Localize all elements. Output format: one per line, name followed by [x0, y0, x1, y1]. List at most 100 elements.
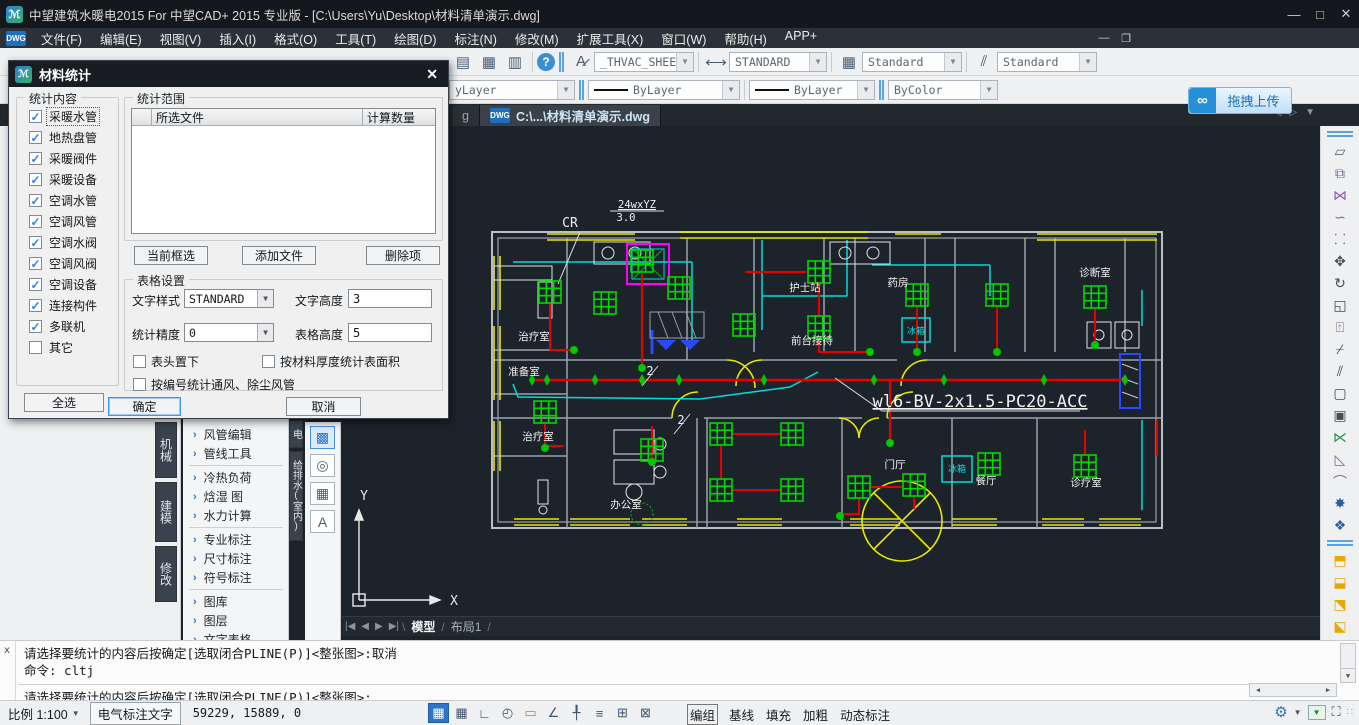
- checkbox-icon[interactable]: [29, 341, 42, 354]
- grid-display-icon[interactable]: ▦: [428, 703, 449, 723]
- table-insert-icon[interactable]: ▦: [477, 51, 501, 73]
- send-under-icon[interactable]: ⬕: [1328, 616, 1352, 637]
- mleader-style-icon[interactable]: ⫽: [972, 51, 996, 73]
- content-item-连接构件[interactable]: ✓连接构件: [17, 295, 118, 316]
- menu-item-修改(M)[interactable]: 修改(M): [506, 27, 568, 50]
- checkbox-icon[interactable]: [133, 355, 146, 368]
- dialog-close-icon[interactable]: ✕: [426, 66, 438, 83]
- mirror-icon[interactable]: ⋈: [1328, 185, 1352, 206]
- toggle-加粗[interactable]: 加粗: [803, 705, 828, 724]
- cancel-button[interactable]: 取消: [286, 397, 361, 416]
- mleader-style-combo[interactable]: Standard ▼: [997, 52, 1097, 72]
- mdi-restore-button[interactable]: ❐: [1115, 30, 1137, 46]
- checkbox-icon[interactable]: ✓: [29, 173, 42, 186]
- toggle-基线[interactable]: 基线: [729, 705, 754, 724]
- checkbox-icon[interactable]: [133, 378, 146, 391]
- discipline-tab-电[interactable]: 电: [289, 420, 303, 448]
- checkbox-icon[interactable]: ✓: [29, 278, 42, 291]
- checkbox-icon[interactable]: ✓: [29, 194, 42, 207]
- current-selection-button[interactable]: 当前框选: [134, 246, 208, 265]
- snap-mode-icon[interactable]: ▦: [451, 703, 472, 723]
- palette-tab-建模[interactable]: 建模: [155, 482, 177, 542]
- palette-tab-机械[interactable]: 机械: [155, 422, 177, 478]
- text-style-icon[interactable]: A̷: [569, 51, 593, 73]
- chevron-down-icon[interactable]: ▼: [944, 53, 961, 71]
- fillet-icon[interactable]: ⌒: [1328, 471, 1352, 492]
- explode-icon[interactable]: ✸: [1328, 493, 1352, 514]
- chevron-down-icon[interactable]: ▼: [557, 81, 574, 99]
- hatch-icon[interactable]: ▩: [310, 426, 335, 449]
- content-item-地热盘管[interactable]: ✓地热盘管: [17, 127, 118, 148]
- chevron-down-icon[interactable]: ▼: [1294, 708, 1302, 717]
- header-bottom-checkbox[interactable]: 表头置下: [133, 353, 199, 370]
- copy-icon[interactable]: ⧉: [1328, 163, 1352, 184]
- layer-combo[interactable]: yLayer ▼: [449, 80, 575, 100]
- text-style-combo[interactable]: _THVAC_SHEET ▼: [594, 52, 694, 72]
- command-line[interactable]: x 请选择要统计的内容后按确定[选取闭合PLINE(P)]<整张图>:取消命令:…: [0, 640, 1359, 700]
- fullscreen-icon[interactable]: ⛶: [1332, 704, 1341, 720]
- command-close-icon[interactable]: x: [4, 645, 10, 656]
- close-button[interactable]: ✕: [1333, 3, 1359, 25]
- object-snap-icon[interactable]: ▭: [520, 703, 541, 723]
- layout-tab-布局1[interactable]: 布局1: [451, 618, 482, 635]
- document-tab-active[interactable]: DWG C:\...\材料清单演示.dwg: [480, 105, 661, 126]
- content-item-其它[interactable]: 其它: [17, 337, 118, 358]
- command-hscrollbar[interactable]: ◀ ▶: [1249, 683, 1337, 697]
- palette-tab-修改[interactable]: 修改: [155, 546, 177, 602]
- scroll-left-icon[interactable]: ◀: [1250, 684, 1266, 696]
- chevron-down-icon[interactable]: ▼: [809, 53, 826, 71]
- content-item-多联机[interactable]: ✓多联机: [17, 316, 118, 337]
- checkbox-icon[interactable]: [262, 355, 275, 368]
- table-style-icon[interactable]: ▦: [837, 51, 861, 73]
- panel-item-图层[interactable]: ›图层: [183, 611, 289, 630]
- content-item-空调水管[interactable]: ✓空调水管: [17, 190, 118, 211]
- menu-item-工具(T)[interactable]: 工具(T): [326, 27, 385, 50]
- color-combo[interactable]: ByLayer ▼: [588, 80, 740, 100]
- panel-item-管线工具[interactable]: ›管线工具: [183, 444, 289, 463]
- help-icon[interactable]: ?: [537, 53, 555, 71]
- text-icon[interactable]: A: [310, 510, 335, 533]
- erase-icon[interactable]: ▱: [1328, 141, 1352, 162]
- quick-calc-icon[interactable]: ⊞: [612, 703, 633, 723]
- layout-nav-icon[interactable]: |◀: [345, 621, 355, 632]
- annotation-style-button[interactable]: 电气标注文字: [90, 702, 181, 725]
- drawing-canvas[interactable]: 治疗室准备室治疗室办公室护士站前台接待药房门厅餐厅诊断室诊疗室冰箱冰箱CR24w…: [342, 126, 1320, 640]
- menu-item-视图(V)[interactable]: 视图(V): [151, 27, 211, 50]
- by-number-checkbox[interactable]: 按编号统计通风、除尘风管: [133, 376, 295, 393]
- panel-item-风管编辑[interactable]: ›风管编辑: [183, 425, 289, 444]
- minimize-button[interactable]: —: [1281, 3, 1307, 25]
- send-to-back-icon[interactable]: ⬓: [1328, 572, 1352, 593]
- panel-item-尺寸标注[interactable]: ›尺寸标注: [183, 549, 289, 568]
- snap-tracking-icon[interactable]: ∠: [543, 703, 564, 723]
- command-vscrollbar[interactable]: ▼: [1340, 643, 1356, 683]
- layout-nav-icon[interactable]: ▶|: [389, 621, 399, 632]
- content-item-采暖水管[interactable]: ✓采暖水管: [17, 106, 118, 127]
- tab-menu-icon[interactable]: ▼: [1305, 107, 1315, 118]
- donut-icon[interactable]: ◎: [310, 454, 335, 477]
- checkbox-icon[interactable]: ✓: [29, 152, 42, 165]
- sheet-list-icon[interactable]: ▥: [503, 51, 527, 73]
- settings-gear-icon[interactable]: ⚙: [1274, 703, 1287, 721]
- lineweight-icon[interactable]: ≡: [589, 703, 610, 723]
- selected-files-table[interactable]: 所选文件 计算数量: [131, 108, 436, 234]
- toggle-编组[interactable]: 编组: [688, 705, 717, 724]
- content-item-采暖阀件[interactable]: ✓采暖阀件: [17, 148, 118, 169]
- content-item-空调风阀[interactable]: ✓空调风阀: [17, 253, 118, 274]
- offset-icon[interactable]: ∽: [1328, 207, 1352, 228]
- table-icon[interactable]: ▦: [310, 482, 335, 505]
- document-tab-partial[interactable]: g: [452, 105, 480, 126]
- polar-tracking-icon[interactable]: ◴: [497, 703, 518, 723]
- chamfer-icon[interactable]: ◺: [1328, 449, 1352, 470]
- menu-item-文件(F)[interactable]: 文件(F): [32, 27, 91, 50]
- menu-item-插入(I)[interactable]: 插入(I): [210, 27, 265, 50]
- select-all-button[interactable]: 全选: [24, 393, 104, 412]
- ok-button[interactable]: 确定: [108, 397, 181, 416]
- layout-tab-模型[interactable]: 模型: [411, 618, 435, 635]
- scroll-down-icon[interactable]: ▼: [1341, 668, 1355, 682]
- linetype-combo[interactable]: ByLayer ▼: [749, 80, 875, 100]
- checkbox-icon[interactable]: ✓: [29, 299, 42, 312]
- panel-item-焓湿 图[interactable]: ›焓湿 图: [183, 487, 289, 506]
- chevron-down-icon[interactable]: ▼: [1079, 53, 1096, 71]
- panel-item-冷热负荷[interactable]: ›冷热负荷: [183, 468, 289, 487]
- drag-upload-button[interactable]: ∞ 拖拽上传: [1188, 87, 1292, 114]
